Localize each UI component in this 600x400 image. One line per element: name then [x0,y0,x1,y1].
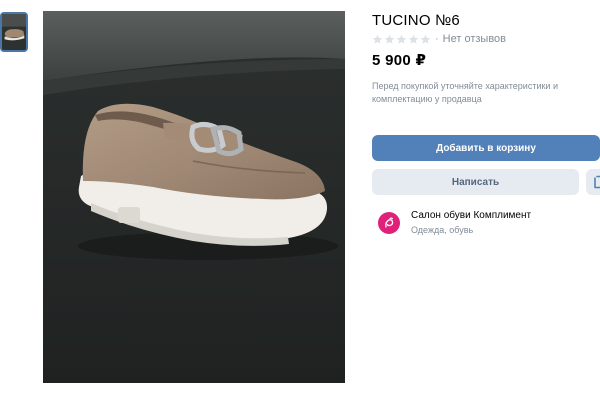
add-to-cart-button[interactable]: Добавить в корзину [372,135,600,161]
thumbnail-strip [0,12,30,52]
rating-stars [372,34,431,45]
seller-logo-icon [385,217,394,228]
star-icon [408,34,419,45]
avatar[interactable] [378,212,400,234]
rating-separator: · [435,33,439,45]
rating-row: · Нет отзывов [372,32,506,46]
star-icon [372,34,383,45]
share-icon [594,175,600,189]
message-seller-button[interactable]: Написать [372,169,579,195]
thumbnail-image [2,14,26,50]
star-icon [384,34,395,45]
thumbnail-selected[interactable] [0,12,28,52]
seller-block[interactable]: Салон обуви Комплимент Одежда, обувь [378,209,531,237]
product-price: 5 900 ₽ [372,52,427,69]
seller-disclaimer: Перед покупкой уточняйте характеристики … [372,81,558,104]
seller-category: Одежда, обувь [411,225,474,235]
product-photo[interactable] [43,11,345,383]
loafer-image [43,11,345,383]
seller-text: Салон обуви Комплимент Одежда, обувь [411,209,531,237]
product-title: TUCINO №6 [372,12,460,29]
star-icon [396,34,407,45]
product-info-panel: TUCINO №6 · Нет отзывов 5 900 ₽ Перед по… [372,0,600,400]
reviews-link[interactable]: Нет отзывов [443,33,506,45]
share-button[interactable] [586,169,600,195]
seller-name[interactable]: Салон обуви Комплимент [411,209,531,222]
star-icon [420,34,431,45]
